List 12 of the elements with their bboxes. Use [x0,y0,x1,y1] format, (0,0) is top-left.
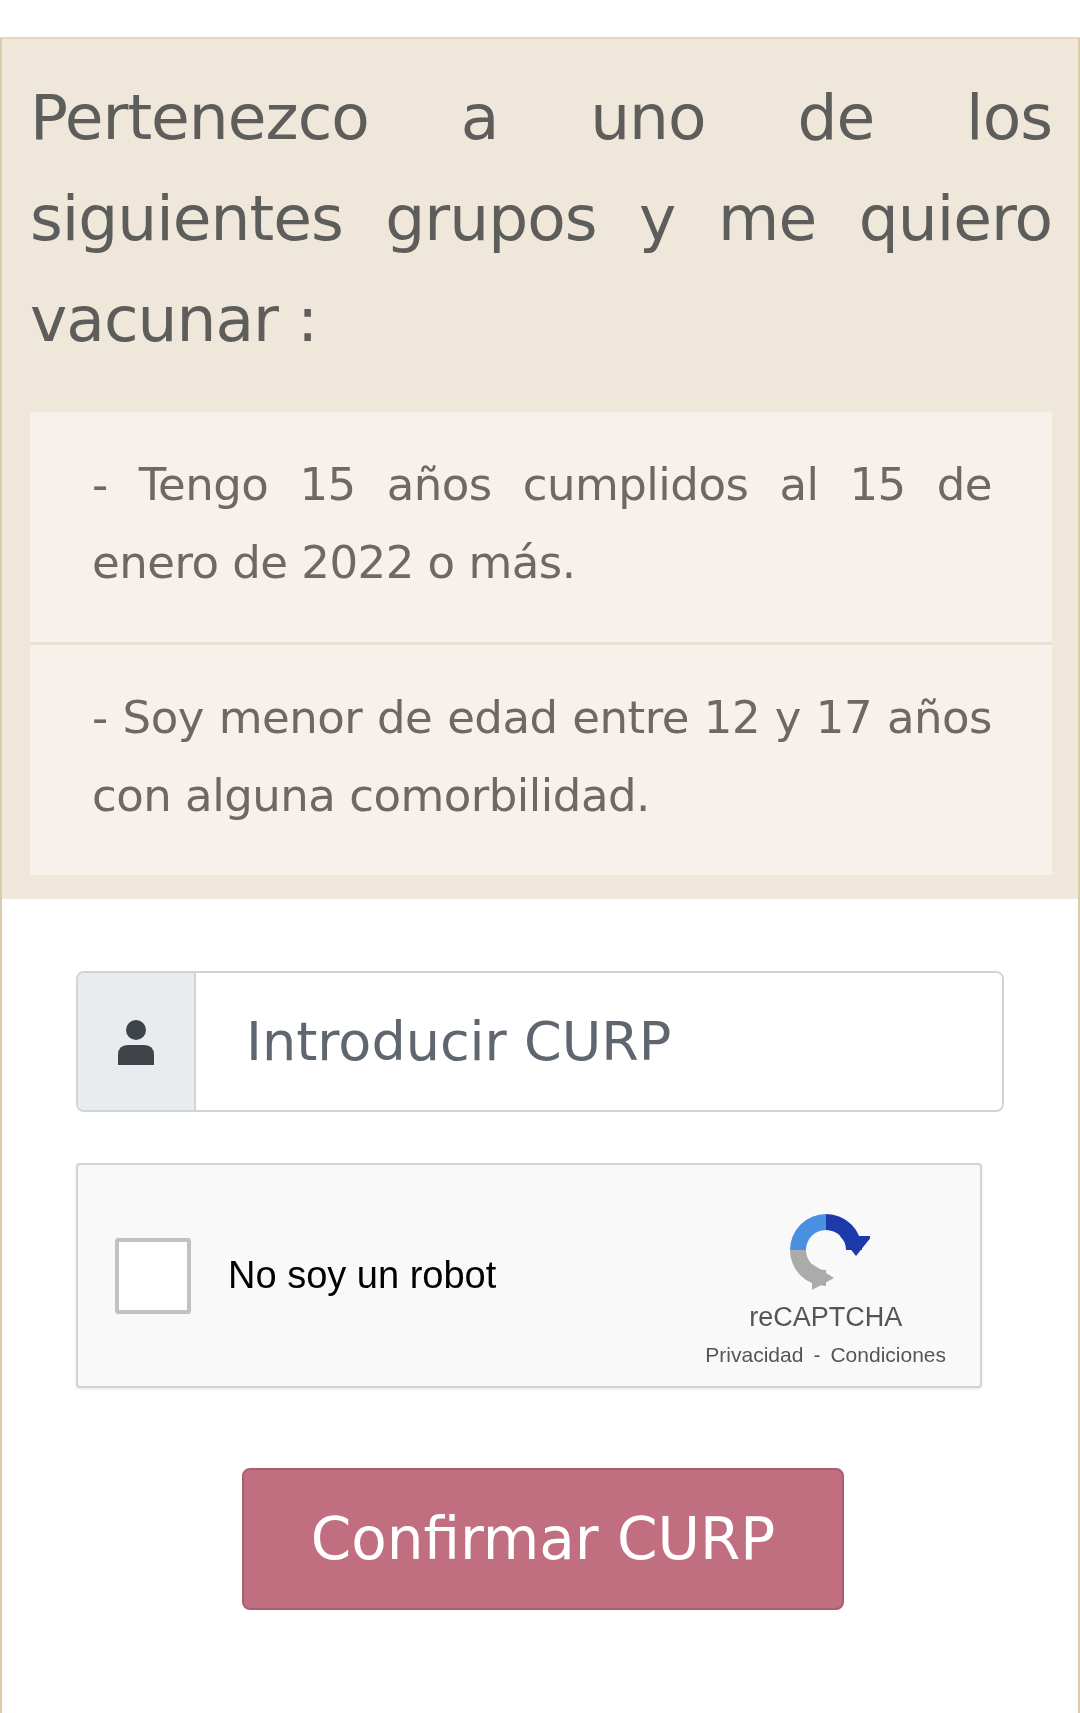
group-option: - Tengo 15 años cumplidos al 15 de enero de 2022 o más. [30,412,1052,642]
heading-text: Pertenezco a uno de los siguientes grupos y me quiero vacunar : [30,80,1052,358]
group-option: - Soy menor de edad entre 12 y 17 años con alguna comorbilidad. [30,642,1052,875]
separator-text: - [813,1343,821,1367]
confirm-button[interactable]: Confirmar CURP [242,1468,844,1610]
curp-field[interactable]: Introducir CURP [76,971,1004,1112]
privacy-link[interactable]: Privacidad [705,1343,804,1367]
checkbox-label: No soy un robot [228,1254,498,1297]
brand-label: reCAPTCHA [749,1302,903,1333]
user-icon [116,1018,156,1065]
checkbox[interactable] [115,1237,191,1314]
terms-link[interactable]: Condiciones [830,1343,946,1367]
